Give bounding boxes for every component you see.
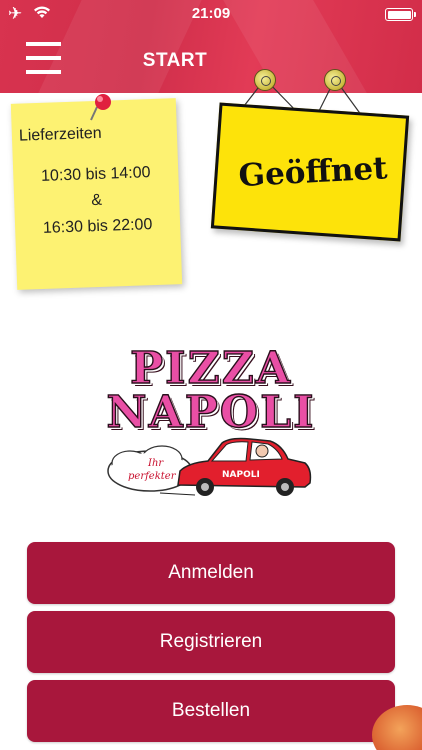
open-sign: Geöffnet — [207, 67, 414, 242]
cloud-text: Ihr — [147, 458, 164, 469]
open-status-text: Geöffnet — [237, 150, 389, 195]
app-screen: ✈ 21:09 START Lieferzeiten 10:30 bis 14:… — [0, 0, 422, 750]
open-sign-board: Geöffnet — [210, 102, 410, 242]
car-text: NAPOLI — [222, 470, 260, 480]
cloud-text: perfekter — [128, 471, 177, 482]
delivery-time-2: 16:30 bis 22:00 — [42, 216, 153, 237]
pushpin-icon — [90, 94, 111, 121]
status-time: 21:09 — [191, 5, 231, 22]
pizza-napoli-logo: PIZZA NAPOLI Ihr perfekter NAPOLI — [100, 342, 322, 503]
order-button[interactable]: Bestellen — [27, 680, 395, 742]
note-title: Lieferzeiten — [18, 124, 102, 145]
logo-word-napoli: NAPOLI — [106, 386, 316, 438]
delivery-car-image: Ihr perfekter NAPOLI — [107, 437, 312, 496]
battery-icon — [385, 8, 416, 21]
delivery-times-note: Lieferzeiten 10:30 bis 14:00 & 16:30 bis… — [10, 98, 183, 290]
delivery-time-1: 10:30 bis 14:00 — [40, 164, 151, 185]
status-bar: ✈ 21:09 — [0, 0, 422, 30]
screw-icon — [324, 69, 346, 91]
screw-icon — [254, 69, 276, 91]
delivery-time-separator: & — [91, 191, 103, 210]
login-button[interactable]: Anmelden — [27, 542, 395, 604]
register-button[interactable]: Registrieren — [27, 611, 395, 673]
